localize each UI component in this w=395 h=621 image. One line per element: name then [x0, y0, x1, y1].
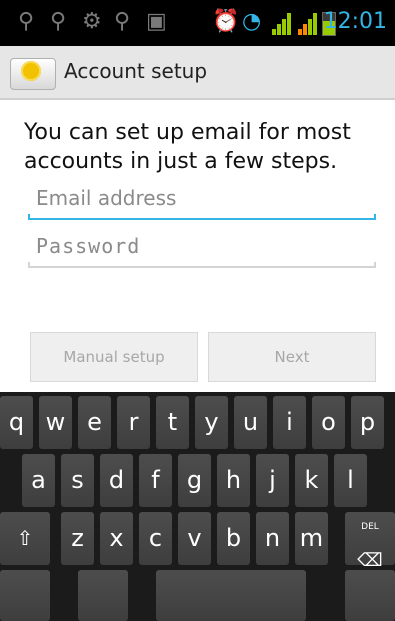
password-field-underline [28, 262, 376, 268]
bottom-row-key[interactable] [0, 570, 50, 621]
key-l[interactable]: l [334, 454, 367, 507]
android-icon: ⚙ [82, 9, 102, 34]
key-c[interactable]: c [139, 512, 172, 565]
delete-icon: ⌫ [357, 550, 383, 571]
bottom-row-key[interactable] [345, 570, 395, 621]
key-q[interactable]: q [0, 396, 33, 449]
key-o[interactable]: o [312, 396, 345, 449]
usb-icon: ⚲ [50, 9, 67, 34]
delete-key-label: DEL [361, 522, 379, 532]
signal-icon [272, 11, 292, 35]
key-a[interactable]: a [22, 454, 55, 507]
signal-icon [298, 11, 318, 35]
email-field[interactable] [28, 180, 376, 216]
next-button[interactable]: Next [208, 332, 376, 382]
password-field-container [28, 228, 376, 268]
key-x[interactable]: x [100, 512, 133, 565]
spacebar[interactable] [156, 570, 306, 621]
key-j[interactable]: j [256, 454, 289, 507]
page-title: Account setup [64, 59, 208, 83]
usb-icon: ⚲ [18, 9, 35, 34]
password-field[interactable] [28, 228, 376, 264]
key-k[interactable]: k [295, 454, 328, 507]
alarm-icon: ⏰ [212, 9, 240, 34]
shift-key[interactable]: ⇧ [0, 512, 50, 565]
image-icon: ▣ [146, 9, 167, 34]
key-i[interactable]: i [273, 396, 306, 449]
key-e[interactable]: e [78, 396, 111, 449]
manual-setup-button[interactable]: Manual setup [30, 332, 198, 382]
email-app-icon [10, 58, 56, 90]
key-h[interactable]: h [217, 454, 250, 507]
key-f[interactable]: f [139, 454, 172, 507]
bottom-row-key[interactable] [78, 570, 128, 621]
key-t[interactable]: t [156, 396, 189, 449]
email-field-underline [28, 214, 376, 220]
clock: 12:01 [323, 9, 387, 34]
key-n[interactable]: n [256, 512, 289, 565]
key-m[interactable]: m [295, 512, 328, 565]
key-b[interactable]: b [217, 512, 250, 565]
usb-icon: ⚲ [114, 9, 131, 34]
key-w[interactable]: w [39, 396, 72, 449]
email-field-container [28, 180, 376, 220]
key-y[interactable]: y [195, 396, 228, 449]
status-bar: ⚲ ⚲ ⚙ ⚲ ▣ ⏰ ◔ 12:01 [0, 0, 395, 46]
key-u[interactable]: u [234, 396, 267, 449]
delete-key[interactable]: DEL ⌫ [345, 512, 395, 570]
intro-text: You can set up email for most accounts i… [24, 120, 351, 174]
key-s[interactable]: s [61, 454, 94, 507]
key-d[interactable]: d [100, 454, 133, 507]
key-v[interactable]: v [178, 512, 211, 565]
key-g[interactable]: g [178, 454, 211, 507]
key-p[interactable]: p [351, 396, 384, 449]
wifi-icon: ◔ [242, 9, 262, 34]
key-r[interactable]: r [117, 396, 150, 449]
soft-keyboard: q w e r t y u i o p a s d f g h j k l ⇧ … [0, 392, 395, 621]
action-bar: Account setup [0, 46, 395, 100]
key-z[interactable]: z [61, 512, 94, 565]
